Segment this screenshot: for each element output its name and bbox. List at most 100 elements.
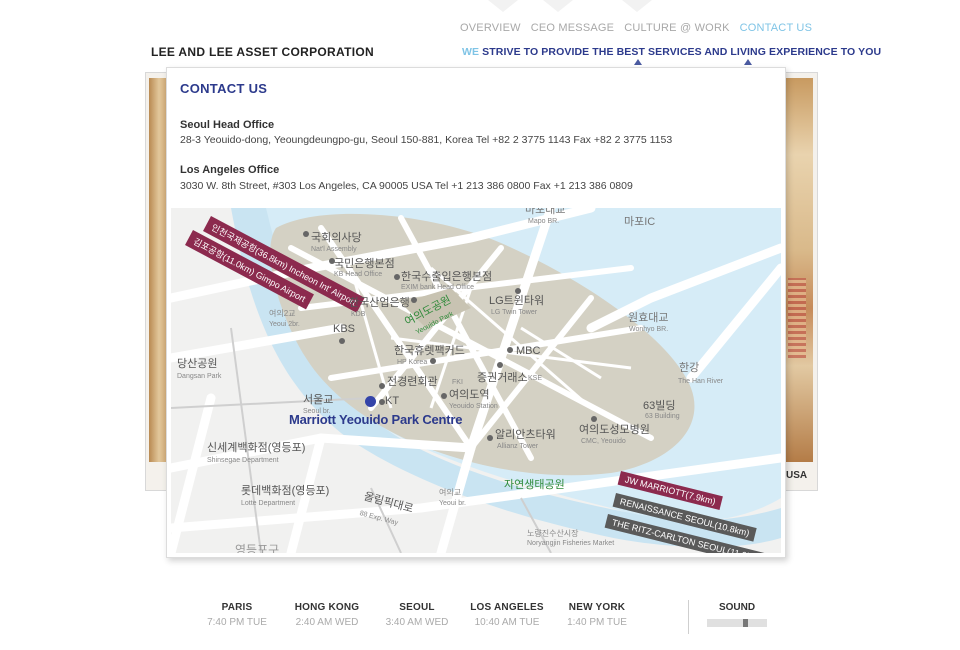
la-office-name: Los Angeles Office	[180, 164, 280, 176]
map-marker	[591, 416, 597, 422]
place-han-river: 한강	[679, 362, 700, 374]
clock-city: NEW YORK	[568, 602, 626, 613]
place-mapo-ic: 마포IC	[624, 216, 656, 228]
nav-marker-icon	[744, 59, 752, 65]
tagline: WE STRIVE TO PROVIDE THE BEST SERVICES A…	[462, 46, 881, 58]
nav-marker-icon	[634, 59, 642, 65]
clock-time: 1:40 PM TUE	[567, 617, 627, 628]
landmark-63-building: 63빌딩	[643, 400, 676, 412]
nav-decoration-icon	[543, 0, 573, 12]
place-lotte: 롯데백화점(영등포)	[241, 485, 330, 497]
landmark-fki-en: FKI	[452, 379, 463, 386]
landmark-yeouido-station: 여의도역	[449, 389, 490, 401]
landmark-allianz: 알리안츠타워	[495, 429, 556, 441]
company-name: LEE AND LEE ASSET CORPORATION	[151, 45, 374, 59]
place-noryangjin-en: Noryangjin Fisheries Market	[527, 540, 615, 547]
place-lotte-en: Lotte Department	[241, 500, 296, 507]
landmark-kb: 국민은행본점	[334, 258, 395, 270]
landmark-cmc-en: CMC, Yeouido	[581, 438, 626, 445]
clock-paris: PARIS 7:40 PM TUE	[192, 602, 282, 628]
map-marker	[441, 393, 447, 399]
nav-ceo-message[interactable]: CEO MESSAGE	[531, 22, 615, 34]
landmark-hp-en: HP Korea	[397, 359, 428, 366]
map-marker	[394, 274, 400, 280]
clock-city: PARIS	[221, 602, 253, 613]
landmark-kdb: 한국산업은행	[349, 297, 410, 309]
place-yeoui-2-bridge-en: Yeoui 2br.	[269, 321, 300, 328]
clock-city: LOS ANGELES	[470, 602, 544, 613]
clock-hong-kong: HONG KONG 2:40 AM WED	[282, 602, 372, 628]
sound-slider-handle[interactable]	[743, 619, 748, 627]
place-shinsegae-en: Shinsegae Department	[207, 457, 279, 464]
place-yeoui-bridge: 여의교	[439, 488, 462, 497]
landmark-kse-en: KSE	[528, 375, 543, 382]
landmark-exim-en: EXIM bank Head Office	[401, 284, 475, 291]
tagline-text: STRIVE TO PROVIDE THE BEST SERVICES AND …	[479, 46, 882, 58]
sound-label: SOUND	[718, 602, 756, 613]
panel-title: CONTACT US	[180, 81, 268, 96]
landmark-cmc: 여의도성모병원	[579, 424, 650, 436]
landmark-national-assembly: 국회의사당	[311, 232, 362, 244]
main-location-marker[interactable]	[365, 396, 376, 407]
landmark-lg-twin-en: LG Twin Tower	[491, 309, 538, 316]
sound-control: SOUND	[707, 602, 767, 627]
seoul-office-address: 28-3 Yeouido-dong, Yeoungdeungpo-gu, Seo…	[180, 134, 673, 146]
map-marker	[515, 288, 521, 294]
landmark-mbc: MBC	[516, 345, 541, 357]
clock-seoul: SEOUL 3:40 AM WED	[372, 602, 462, 628]
place-dangsan-park-en: Dangsan Park	[177, 373, 222, 380]
landmark-allianz-en: Allianz Tower	[497, 443, 539, 450]
background-caption: USA	[786, 470, 808, 481]
map-marker	[497, 362, 503, 368]
map-marker	[487, 435, 493, 441]
landmark-kse: 증권거래소	[477, 372, 528, 384]
place-shinsegae: 신세계백화점(영등포)	[207, 442, 306, 454]
landmark-kt: KT	[385, 395, 400, 407]
tagline-we: WE	[462, 46, 480, 58]
landmark-63-building-en: 63 Building	[645, 413, 680, 420]
map-marker	[303, 231, 309, 237]
sound-slider[interactable]	[707, 619, 767, 627]
landmark-exim: 한국수출입은행본점	[401, 271, 493, 283]
clock-los-angeles: LOS ANGELES 10:40 AM TUE	[462, 602, 552, 628]
nav-contact-us[interactable]: CONTACT US	[740, 22, 813, 34]
landmark-hp: 한국휴렛팩커드	[394, 345, 465, 357]
clock-time: 10:40 AM TUE	[474, 617, 540, 628]
map-marker	[507, 347, 513, 353]
nav-decoration-icon	[488, 0, 518, 12]
place-yeoui-2-bridge: 여의2교	[269, 309, 296, 318]
clock-new-york: NEW YORK 1:40 PM TUE	[552, 602, 642, 628]
map-marker	[339, 338, 345, 344]
place-yeoui-bridge-en: Yeoui br.	[439, 500, 466, 507]
background-photo-right	[783, 78, 813, 462]
place-mapo-bridge-en: Mapo BR.	[528, 218, 560, 225]
map-marker	[379, 383, 385, 389]
place-noryangjin: 노량진수산시장	[527, 529, 579, 538]
clock-city: HONG KONG	[294, 602, 360, 613]
place-wonhyo-bridge: 원효대교	[628, 312, 669, 324]
place-han-river-en: The Han River	[678, 378, 724, 385]
landmark-lg-twin: LG트윈타워	[489, 295, 545, 307]
landmark-national-assembly-en: Nat'l Assembly	[311, 246, 357, 253]
landmark-fki: 전경련회관	[387, 376, 438, 388]
landmark-kbs: KBS	[333, 323, 356, 335]
top-nav: OVERVIEW CEO MESSAGE CULTURE @ WORK CONT…	[460, 22, 812, 34]
map-marker	[430, 358, 436, 364]
clock-time: 2:40 AM WED	[295, 617, 359, 628]
seoul-office-name: Seoul Head Office	[180, 119, 275, 131]
world-clocks: PARIS 7:40 PM TUE HONG KONG 2:40 AM WED …	[192, 602, 642, 628]
place-dangsan-park: 당산공원	[177, 358, 218, 370]
footer-divider	[688, 600, 689, 634]
landmark-kb-en: KB Head Office	[334, 271, 383, 278]
nav-culture-at-work[interactable]: CULTURE @ WORK	[624, 22, 729, 34]
nav-overview[interactable]: OVERVIEW	[460, 22, 521, 34]
clock-time: 3:40 AM WED	[385, 617, 449, 628]
clock-time: 7:40 PM TUE	[207, 617, 267, 628]
place-yeongdeungpo-gu: 영등포구	[235, 543, 280, 553]
contact-panel: CONTACT US Seoul Head Office 28-3 Yeouid…	[166, 67, 786, 558]
place-mapo-bridge: 마포대교	[525, 208, 566, 216]
location-map[interactable]: 인천국제공항(36.8km) Incheon Int' Airport 김포공항…	[171, 208, 781, 553]
place-seoul-bridge-en: Seoul br.	[303, 408, 331, 415]
landmark-yeouido-station-en: Yeouido Station	[449, 403, 498, 410]
map-marker	[411, 297, 417, 303]
